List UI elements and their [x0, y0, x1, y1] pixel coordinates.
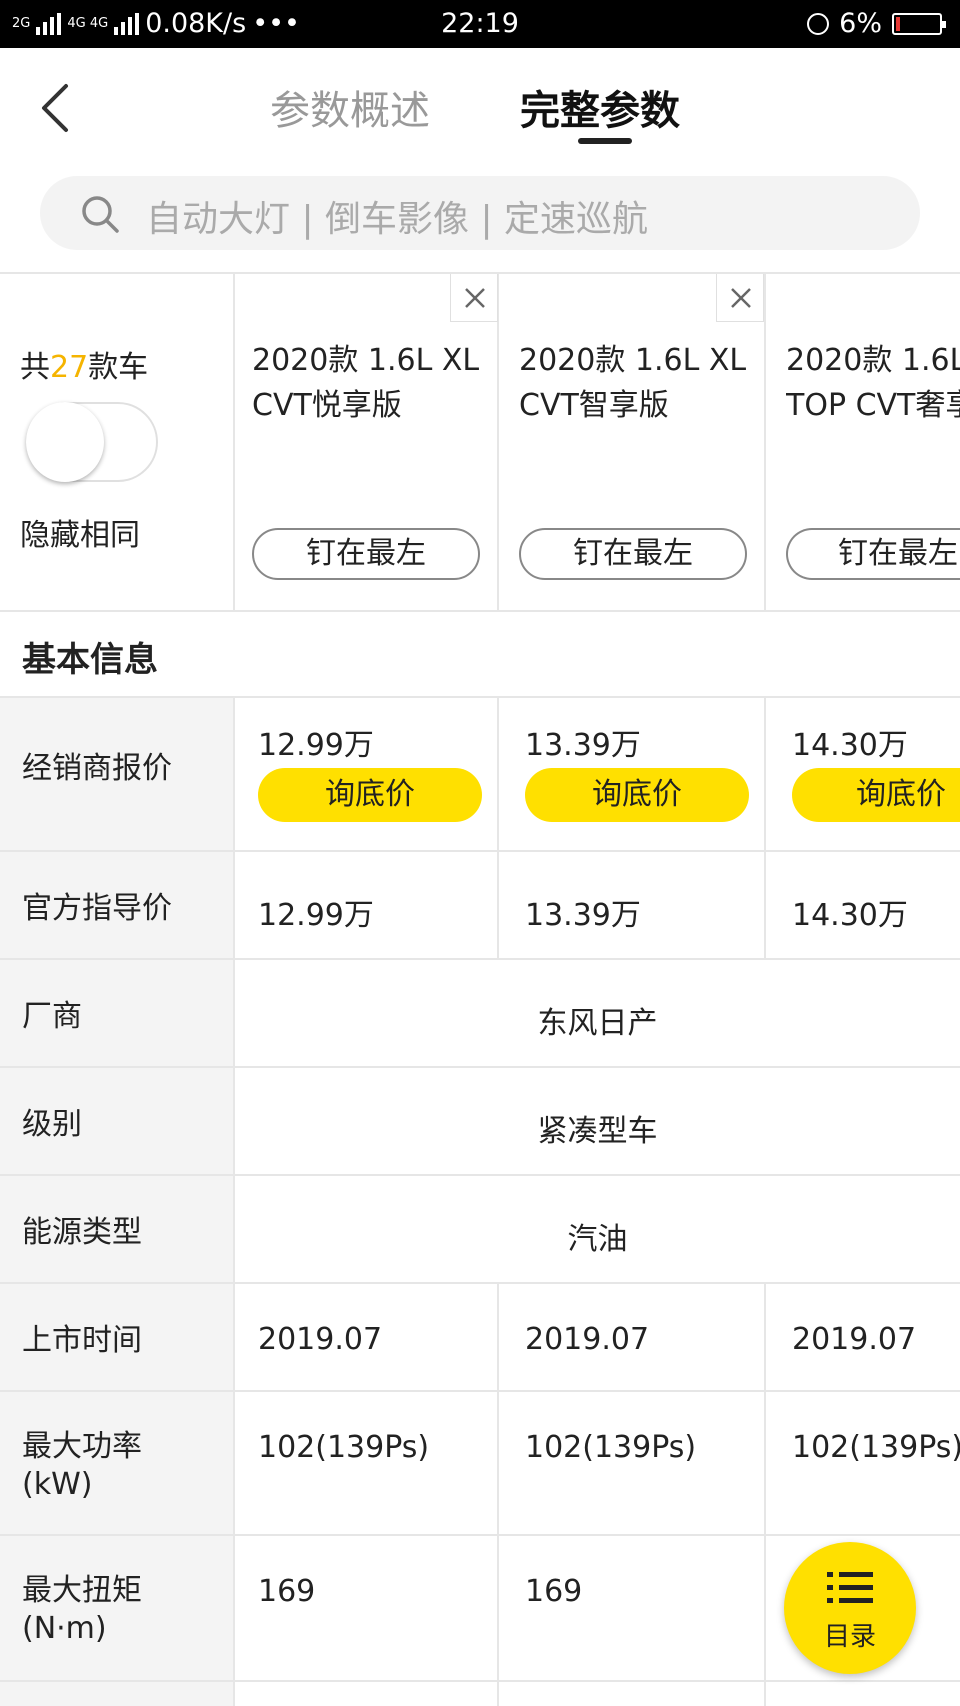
class-value: 紧凑型车: [537, 1114, 658, 1149]
car-count-number: 27: [50, 350, 89, 385]
official-price-value: 12.99万: [258, 898, 374, 933]
power-value: 102(139Ps): [792, 1430, 960, 1465]
remove-car-button[interactable]: [450, 274, 498, 322]
row-label-line: (N·m): [22, 1611, 107, 1646]
car-name-line2: CVT智享版: [519, 388, 669, 423]
row-label-bg: [0, 1682, 234, 1706]
row-label-line: (kW): [22, 1467, 93, 1502]
row-label-dealer-price: 经销商报价: [22, 751, 172, 786]
manufacturer-value: 东风日产: [537, 1006, 658, 1041]
section-title: 基本信息: [22, 640, 158, 680]
close-icon: [465, 288, 485, 308]
catalog-button[interactable]: 目录: [784, 1542, 916, 1674]
list-icon: [827, 1572, 873, 1603]
dealer-price-value: 12.99万: [258, 728, 374, 763]
status-right: 6%: [807, 8, 946, 39]
row-label-power: 最大功率 (kW): [22, 1428, 142, 1504]
toggle-knob: [26, 402, 104, 482]
alarm-icon: [807, 12, 830, 35]
search-icon: [82, 196, 119, 233]
row-label-manufacturer: 厂商: [22, 999, 82, 1034]
divider: [0, 610, 960, 612]
divider: [233, 272, 235, 612]
launch-value: 2019.07: [792, 1322, 917, 1357]
pin-left-button[interactable]: 钉在最左: [252, 528, 480, 580]
car-name: 2020款 1.6L XL TOP CVT奢享版: [786, 338, 960, 428]
battery-percent: 6%: [839, 8, 882, 39]
remove-car-button[interactable]: [716, 274, 764, 322]
car-name: 2020款 1.6L XL CVT智享版: [519, 338, 746, 428]
divider: [764, 696, 766, 960]
catalog-label: 目录: [823, 1622, 876, 1652]
hide-same-label: 隐藏相同: [20, 518, 140, 553]
car-count-prefix: 共: [20, 350, 50, 385]
launch-value: 2019.07: [525, 1322, 650, 1357]
search-placeholder: 自动大灯 | 倒车影像 | 定速巡航: [146, 199, 649, 240]
car-name-line1: 2020款 1.6L XL: [519, 343, 747, 378]
row-label-class: 级别: [22, 1107, 82, 1142]
torque-value: 169: [258, 1574, 316, 1609]
power-value: 102(139Ps): [525, 1430, 697, 1465]
divider: [497, 272, 499, 612]
tab-overview[interactable]: 参数概述: [270, 78, 430, 136]
search-input[interactable]: 自动大灯 | 倒车影像 | 定速巡航: [40, 176, 920, 250]
launch-value: 2019.07: [258, 1322, 383, 1357]
status-bar: 2G 4G 4G 0.08K/s ••• 22:19 6%: [0, 0, 960, 48]
active-tab-indicator: [578, 138, 632, 144]
divider: [497, 696, 499, 960]
dealer-price-value: 14.30万: [792, 728, 908, 763]
power-value: 102(139Ps): [258, 1430, 430, 1465]
row-label-energy: 能源类型: [22, 1215, 142, 1250]
row-label-launch: 上市时间: [22, 1323, 142, 1358]
car-count: 共27款车: [20, 342, 148, 386]
car-name-line2: TOP CVT奢享版: [786, 388, 960, 423]
row-label-line: 最大功率: [22, 1429, 142, 1464]
close-icon: [731, 288, 751, 308]
official-price-value: 13.39万: [525, 898, 641, 933]
chevron-left-icon: [42, 84, 68, 132]
ask-price-button[interactable]: 询底价: [258, 768, 482, 822]
pin-left-button[interactable]: 钉在最左: [519, 528, 747, 580]
dealer-price-value: 13.39万: [525, 728, 641, 763]
energy-value: 汽油: [567, 1222, 628, 1257]
official-price-value: 14.30万: [792, 898, 908, 933]
torque-value: 169: [525, 1574, 583, 1609]
divider: [764, 272, 766, 612]
divider: [497, 1282, 499, 1706]
car-name-line1: 2020款 1.6L XL: [786, 343, 960, 378]
row-label-official-price: 官方指导价: [22, 891, 172, 926]
divider: [764, 1282, 766, 1706]
ask-price-button[interactable]: 询底价: [792, 768, 960, 822]
row-label-line: 最大扭矩: [22, 1573, 142, 1608]
tab-full-params[interactable]: 完整参数: [520, 78, 680, 136]
divider: [233, 696, 235, 1706]
hide-same-toggle[interactable]: [26, 402, 158, 482]
back-button[interactable]: [36, 80, 76, 136]
car-count-suffix: 款车: [88, 350, 149, 385]
car-name-line1: 2020款 1.6L XL: [252, 343, 480, 378]
pin-left-button[interactable]: 钉在最左: [786, 528, 960, 580]
battery-icon: [892, 12, 946, 35]
ask-price-button[interactable]: 询底价: [525, 768, 749, 822]
row-label-torque: 最大扭矩 (N·m): [22, 1572, 142, 1648]
car-name-line2: CVT悦享版: [252, 388, 402, 423]
car-name: 2020款 1.6L XL CVT悦享版: [252, 338, 479, 428]
